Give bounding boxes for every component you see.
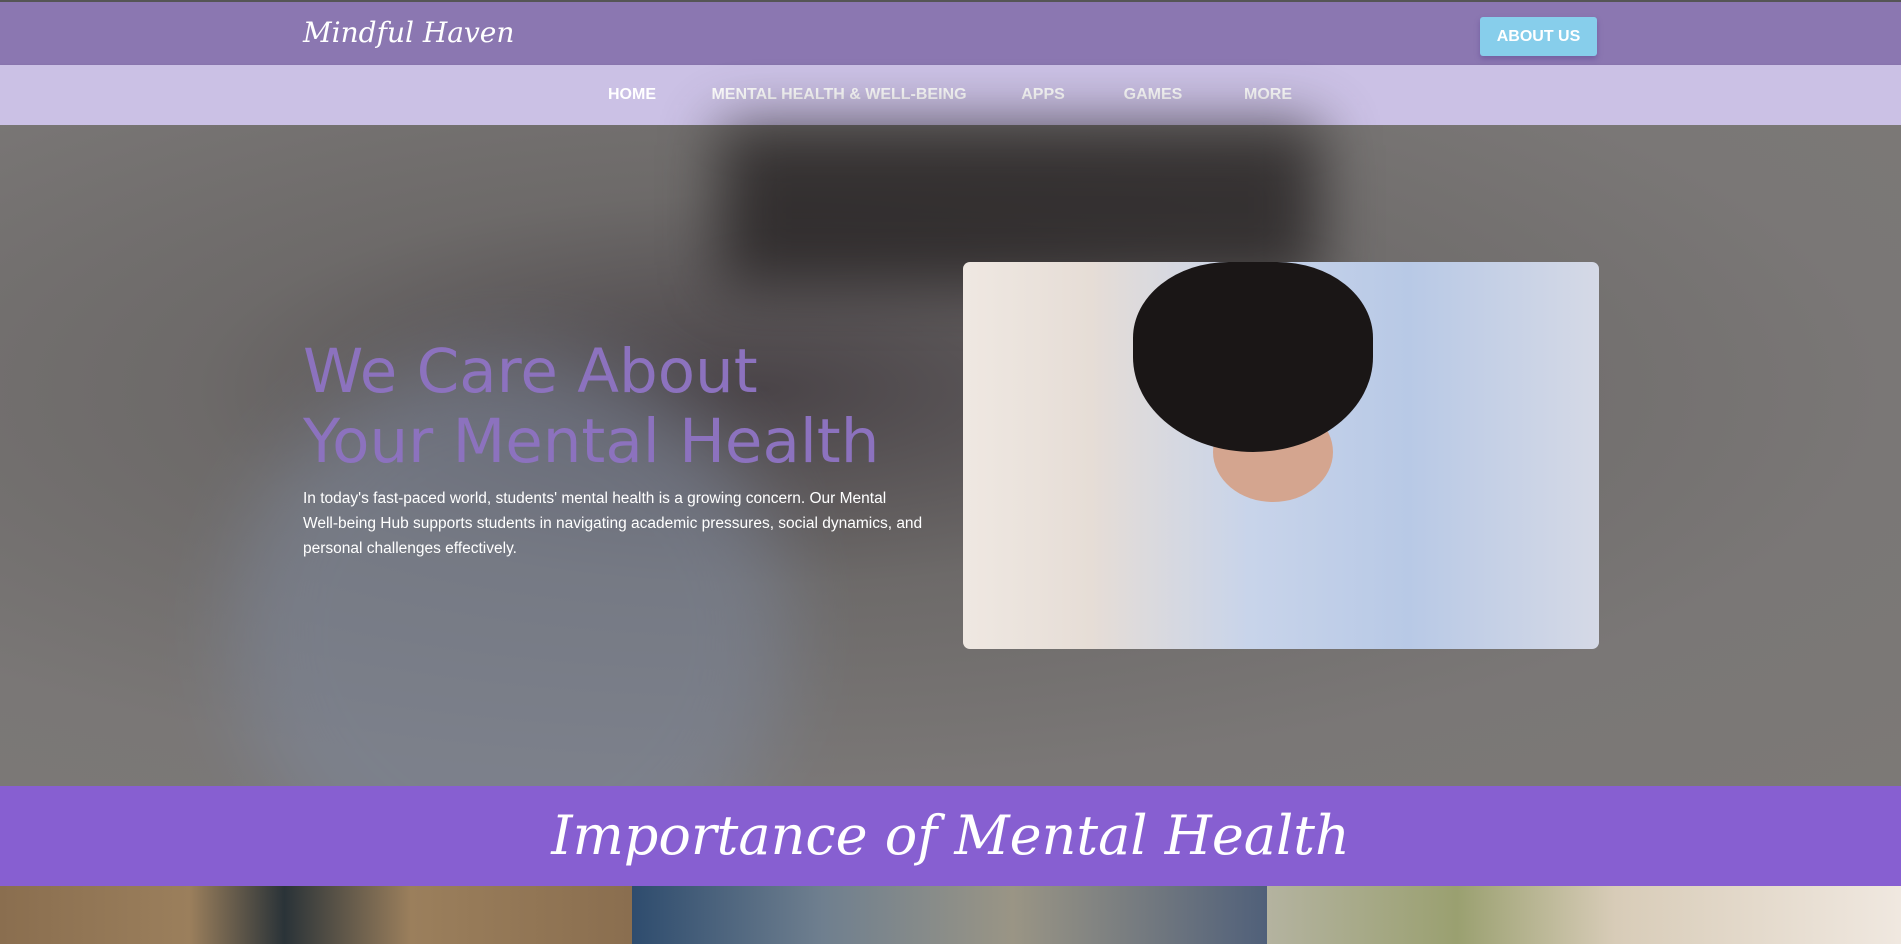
hero-text: In today's fast-paced world, students' m…: [303, 490, 923, 557]
hero-title-line2: Your Mental Health: [303, 406, 880, 477]
section-banner: Importance of Mental Health: [0, 786, 1901, 886]
nav-home[interactable]: HOME: [608, 86, 656, 104]
section-title: Importance of Mental Health: [551, 804, 1350, 867]
nav-mental-health[interactable]: MENTAL HEALTH & WELL-BEING: [711, 86, 966, 104]
about-us-button[interactable]: ABOUT US: [1480, 17, 1597, 56]
hero-background-hair: [720, 125, 1320, 285]
hero-title: We Care About Your Mental Health: [303, 337, 879, 477]
nav-more[interactable]: MORE: [1244, 86, 1292, 104]
main-nav: HOME MENTAL HEALTH & WELL-BEING APPS GAM…: [0, 65, 1901, 125]
hero-section: [0, 125, 1901, 915]
tile-image-library[interactable]: [632, 886, 1267, 944]
hair-shape: [1133, 262, 1373, 452]
hero-image: [963, 262, 1599, 649]
nav-apps[interactable]: APPS: [1021, 86, 1065, 104]
nav-games[interactable]: GAMES: [1124, 86, 1183, 104]
top-header: Mindful Haven ABOUT US: [0, 0, 1901, 65]
logo[interactable]: Mindful Haven: [303, 16, 514, 49]
hero-title-line1: We Care About: [303, 336, 758, 407]
tile-image-student[interactable]: [1267, 886, 1901, 944]
tile-image-books[interactable]: [0, 886, 632, 944]
